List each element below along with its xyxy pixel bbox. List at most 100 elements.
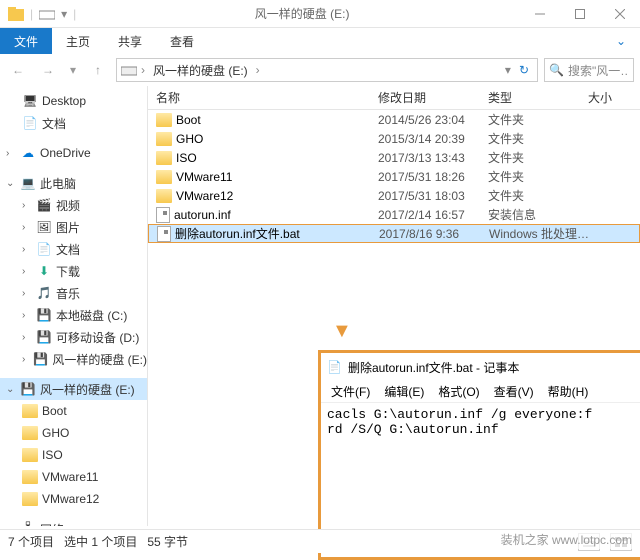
drive-icon: 💾: [36, 307, 52, 323]
file-date: 2017/5/31 18:26: [378, 170, 488, 184]
tab-file[interactable]: 文件: [0, 28, 52, 54]
np-menu-file[interactable]: 文件(F): [325, 381, 376, 402]
file-row[interactable]: VMware112017/5/31 18:26文件夹: [148, 167, 640, 186]
column-date[interactable]: 修改日期: [378, 89, 488, 106]
file-row[interactable]: GHO2015/3/14 20:39文件夹: [148, 129, 640, 148]
chevron-right-icon[interactable]: ›: [141, 63, 145, 77]
file-type: 安装信息: [488, 206, 588, 223]
tree-localdisk-c[interactable]: ›💾本地磁盘 (C:): [0, 304, 147, 326]
tree-boot[interactable]: Boot: [0, 400, 147, 422]
column-name[interactable]: 名称: [148, 89, 378, 106]
breadcrumb-drive[interactable]: 风一样的硬盘 (E:): [149, 62, 252, 79]
column-type[interactable]: 类型: [488, 89, 588, 106]
tree-pictures[interactable]: ›🖼图片: [0, 216, 147, 238]
file-type: 文件夹: [488, 111, 588, 128]
ribbon-expand-icon[interactable]: ⌄: [602, 28, 640, 54]
column-size[interactable]: 大小: [588, 89, 640, 106]
folder-icon: [22, 426, 38, 440]
pc-icon: 💻: [20, 175, 36, 191]
file-row[interactable]: Boot2014/5/26 23:04文件夹: [148, 110, 640, 129]
tree-videos[interactable]: ›🎬视频: [0, 194, 147, 216]
np-minimize-button[interactable]: [629, 353, 640, 381]
np-menu-edit[interactable]: 编辑(E): [378, 381, 430, 402]
tab-view[interactable]: 查看: [156, 28, 208, 54]
tree-gho[interactable]: GHO: [0, 422, 147, 444]
notepad-icon: 📄: [327, 360, 342, 374]
tree-thispc[interactable]: ⌄💻此电脑: [0, 172, 147, 194]
tree-drive-e2[interactable]: ⌄💾风一样的硬盘 (E:): [0, 378, 147, 400]
tree-iso[interactable]: ISO: [0, 444, 147, 466]
np-menu-view[interactable]: 查看(V): [488, 381, 540, 402]
callout-arrow-icon: ▼: [332, 320, 352, 343]
nav-forward-button[interactable]: →: [36, 58, 60, 82]
tree-network[interactable]: ›🖧网络: [0, 518, 147, 526]
folder-icon: [156, 189, 172, 203]
file-date: 2017/2/14 16:57: [378, 208, 488, 222]
address-bar[interactable]: › 风一样的硬盘 (E:) › ▾ ↻: [116, 58, 538, 82]
folder-icon: [22, 448, 38, 462]
usb-icon: 💾: [36, 329, 52, 345]
tree-downloads[interactable]: ›⬇下载: [0, 260, 147, 282]
chevron-down-icon[interactable]: ⌄: [6, 384, 16, 395]
video-icon: 🎬: [36, 197, 52, 213]
chevron-right-icon[interactable]: ›: [6, 148, 16, 159]
drive-icon: 💾: [20, 381, 36, 397]
file-date: 2017/5/31 18:03: [378, 189, 488, 203]
window-title: 风一样的硬盘 (E:): [84, 5, 520, 22]
np-menu-help[interactable]: 帮助(H): [542, 381, 595, 402]
document-icon: 📄: [36, 241, 52, 257]
file-row[interactable]: VMware12 2017/5/31 18:03文件夹: [148, 186, 640, 205]
file-row[interactable]: autorun.inf2017/2/14 16:57安装信息: [148, 205, 640, 224]
tree-vmware12[interactable]: VMware12: [0, 488, 147, 510]
file-name: GHO: [176, 132, 203, 146]
search-input[interactable]: 🔍 搜索"风一…: [544, 58, 634, 82]
maximize-button[interactable]: [560, 0, 600, 28]
watermark: 装机之家 www.lotpc.com: [497, 530, 636, 549]
minimize-button[interactable]: [520, 0, 560, 28]
folder-icon: [22, 492, 38, 506]
search-icon: 🔍: [549, 63, 564, 77]
drive-icon: 💾: [33, 351, 48, 367]
status-size: 55 字节: [147, 533, 188, 550]
tree-docs2[interactable]: ›📄文档: [0, 238, 147, 260]
qat-drive-icon[interactable]: [39, 7, 55, 21]
folder-icon: [156, 151, 172, 165]
nav-back-button[interactable]: ←: [6, 58, 30, 82]
search-placeholder: 搜索"风一…: [568, 62, 629, 79]
file-date: 2017/8/16 9:36: [379, 227, 489, 241]
file-date: 2017/3/13 13:43: [378, 151, 488, 165]
nav-up-button[interactable]: ↑: [86, 58, 110, 82]
file-name: VMware12: [176, 189, 233, 203]
tree-desktop[interactable]: 🖥Desktop: [0, 90, 147, 112]
refresh-icon[interactable]: ↻: [515, 63, 533, 77]
file-row[interactable]: ISO2017/3/13 13:43文件夹: [148, 148, 640, 167]
file-date: 2014/5/26 23:04: [378, 113, 488, 127]
chevron-right-icon[interactable]: ›: [256, 63, 260, 77]
folder-icon: [8, 7, 24, 21]
tree-removable-d[interactable]: ›💾可移动设备 (D:): [0, 326, 147, 348]
tree-onedrive[interactable]: ›☁OneDrive: [0, 142, 147, 164]
folder-icon: [156, 132, 172, 146]
file-row[interactable]: 删除autorun.inf文件.bat 2017/8/16 9:36Windows…: [148, 224, 640, 243]
tree-vmware11[interactable]: VMware11: [0, 466, 147, 488]
nav-tree[interactable]: 🖥Desktop 📄文档 ›☁OneDrive ⌄💻此电脑 ›🎬视频 ›🖼图片 …: [0, 86, 148, 526]
file-type: 文件夹: [488, 187, 588, 204]
close-button[interactable]: [600, 0, 640, 28]
np-menu-format[interactable]: 格式(O): [432, 381, 485, 402]
tab-home[interactable]: 主页: [52, 28, 104, 54]
tree-documents[interactable]: 📄文档: [0, 112, 147, 134]
tree-music[interactable]: ›🎵音乐: [0, 282, 147, 304]
network-icon: 🖧: [20, 521, 36, 526]
notepad-title: 删除autorun.inf文件.bat - 记事本: [348, 359, 623, 376]
tab-share[interactable]: 共享: [104, 28, 156, 54]
file-type: Windows 批处理…: [489, 225, 589, 242]
nav-history-button[interactable]: ▾: [66, 58, 80, 82]
file-name: 删除autorun.inf文件.bat: [175, 225, 300, 242]
chevron-down-icon[interactable]: ⌄: [6, 178, 16, 189]
tree-drive-e[interactable]: ›💾风一样的硬盘 (E:): [0, 348, 147, 370]
qat-overflow[interactable]: ▾: [61, 7, 67, 21]
music-icon: 🎵: [36, 285, 52, 301]
status-item-count: 7 个项目: [8, 533, 54, 550]
folder-icon: [22, 404, 38, 418]
address-dropdown-icon[interactable]: ▾: [505, 63, 511, 77]
